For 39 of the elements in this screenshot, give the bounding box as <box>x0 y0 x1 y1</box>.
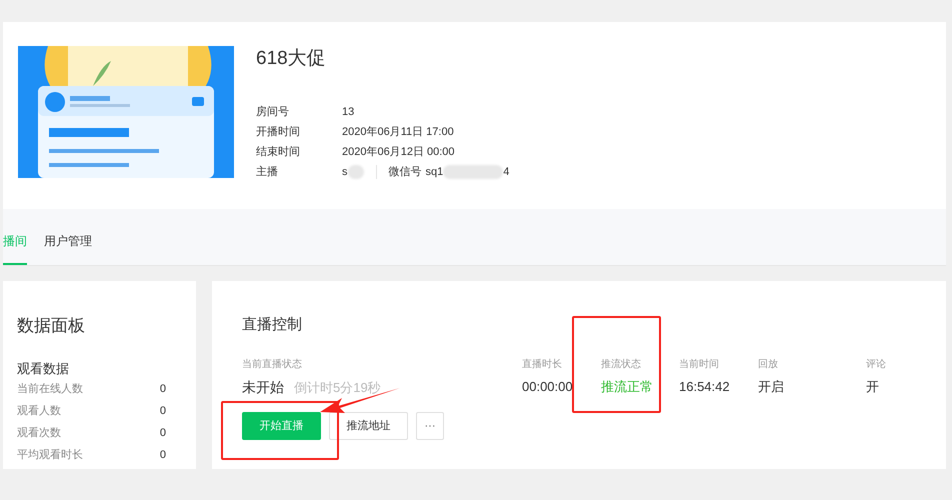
detail-value: 2020年06月12日 00:00 <box>342 144 455 160</box>
stat-label: 平均观看时长 <box>17 448 83 463</box>
metric-value: 16:54:42 <box>679 378 731 396</box>
stat-value: 0 <box>160 382 166 397</box>
stat-value: 0 <box>160 448 166 463</box>
live-status: 未开始 <box>242 378 284 397</box>
countdown: 倒计时5分19秒 <box>294 379 381 397</box>
metric-label: 回放 <box>758 358 779 372</box>
stat-label: 观看人数 <box>17 404 61 419</box>
detail-label: 主播 <box>256 164 279 180</box>
wechat-id: sq1 <box>426 164 444 180</box>
stat-label: 当前在线人数 <box>17 382 83 397</box>
metric-value: 00:00:00 <box>522 378 574 396</box>
host-name: s <box>342 164 348 180</box>
metric-label: 推流状态 <box>601 358 642 372</box>
tab[interactable]: 用户管理 <box>44 231 92 265</box>
metric-label: 当前时间 <box>679 358 720 372</box>
wechat-id: 4 <box>503 164 510 180</box>
metric-value: 开启 <box>758 378 785 396</box>
metric-label: 直播时长 <box>522 358 563 372</box>
detail-value: 2020年06月11日 17:00 <box>342 124 454 140</box>
metric-label: 当前直播状态 <box>242 358 303 372</box>
wechat-label: 微信号 <box>388 164 422 180</box>
stat-value: 0 <box>160 404 166 419</box>
metric-value: 推流正常 <box>601 378 654 396</box>
stream-url-button[interactable]: 推流地址 <box>329 412 408 440</box>
room-title: 618大促 <box>256 47 327 71</box>
metric-value: 开 <box>866 378 880 396</box>
detail-label: 房间号 <box>256 104 290 120</box>
stat-label: 观看次数 <box>17 426 61 441</box>
more-button[interactable]: ··· <box>416 412 444 440</box>
panel-title: 数据面板 <box>17 315 86 337</box>
detail-label: 开播时间 <box>256 124 301 140</box>
detail-value: 13 <box>342 104 354 120</box>
metric-label: 评论 <box>866 358 887 372</box>
detail-label: 结束时间 <box>256 144 301 160</box>
stat-value: 0 <box>160 426 166 441</box>
section-title: 观看数据 <box>17 360 70 378</box>
panel-title: 直播控制 <box>242 315 303 335</box>
